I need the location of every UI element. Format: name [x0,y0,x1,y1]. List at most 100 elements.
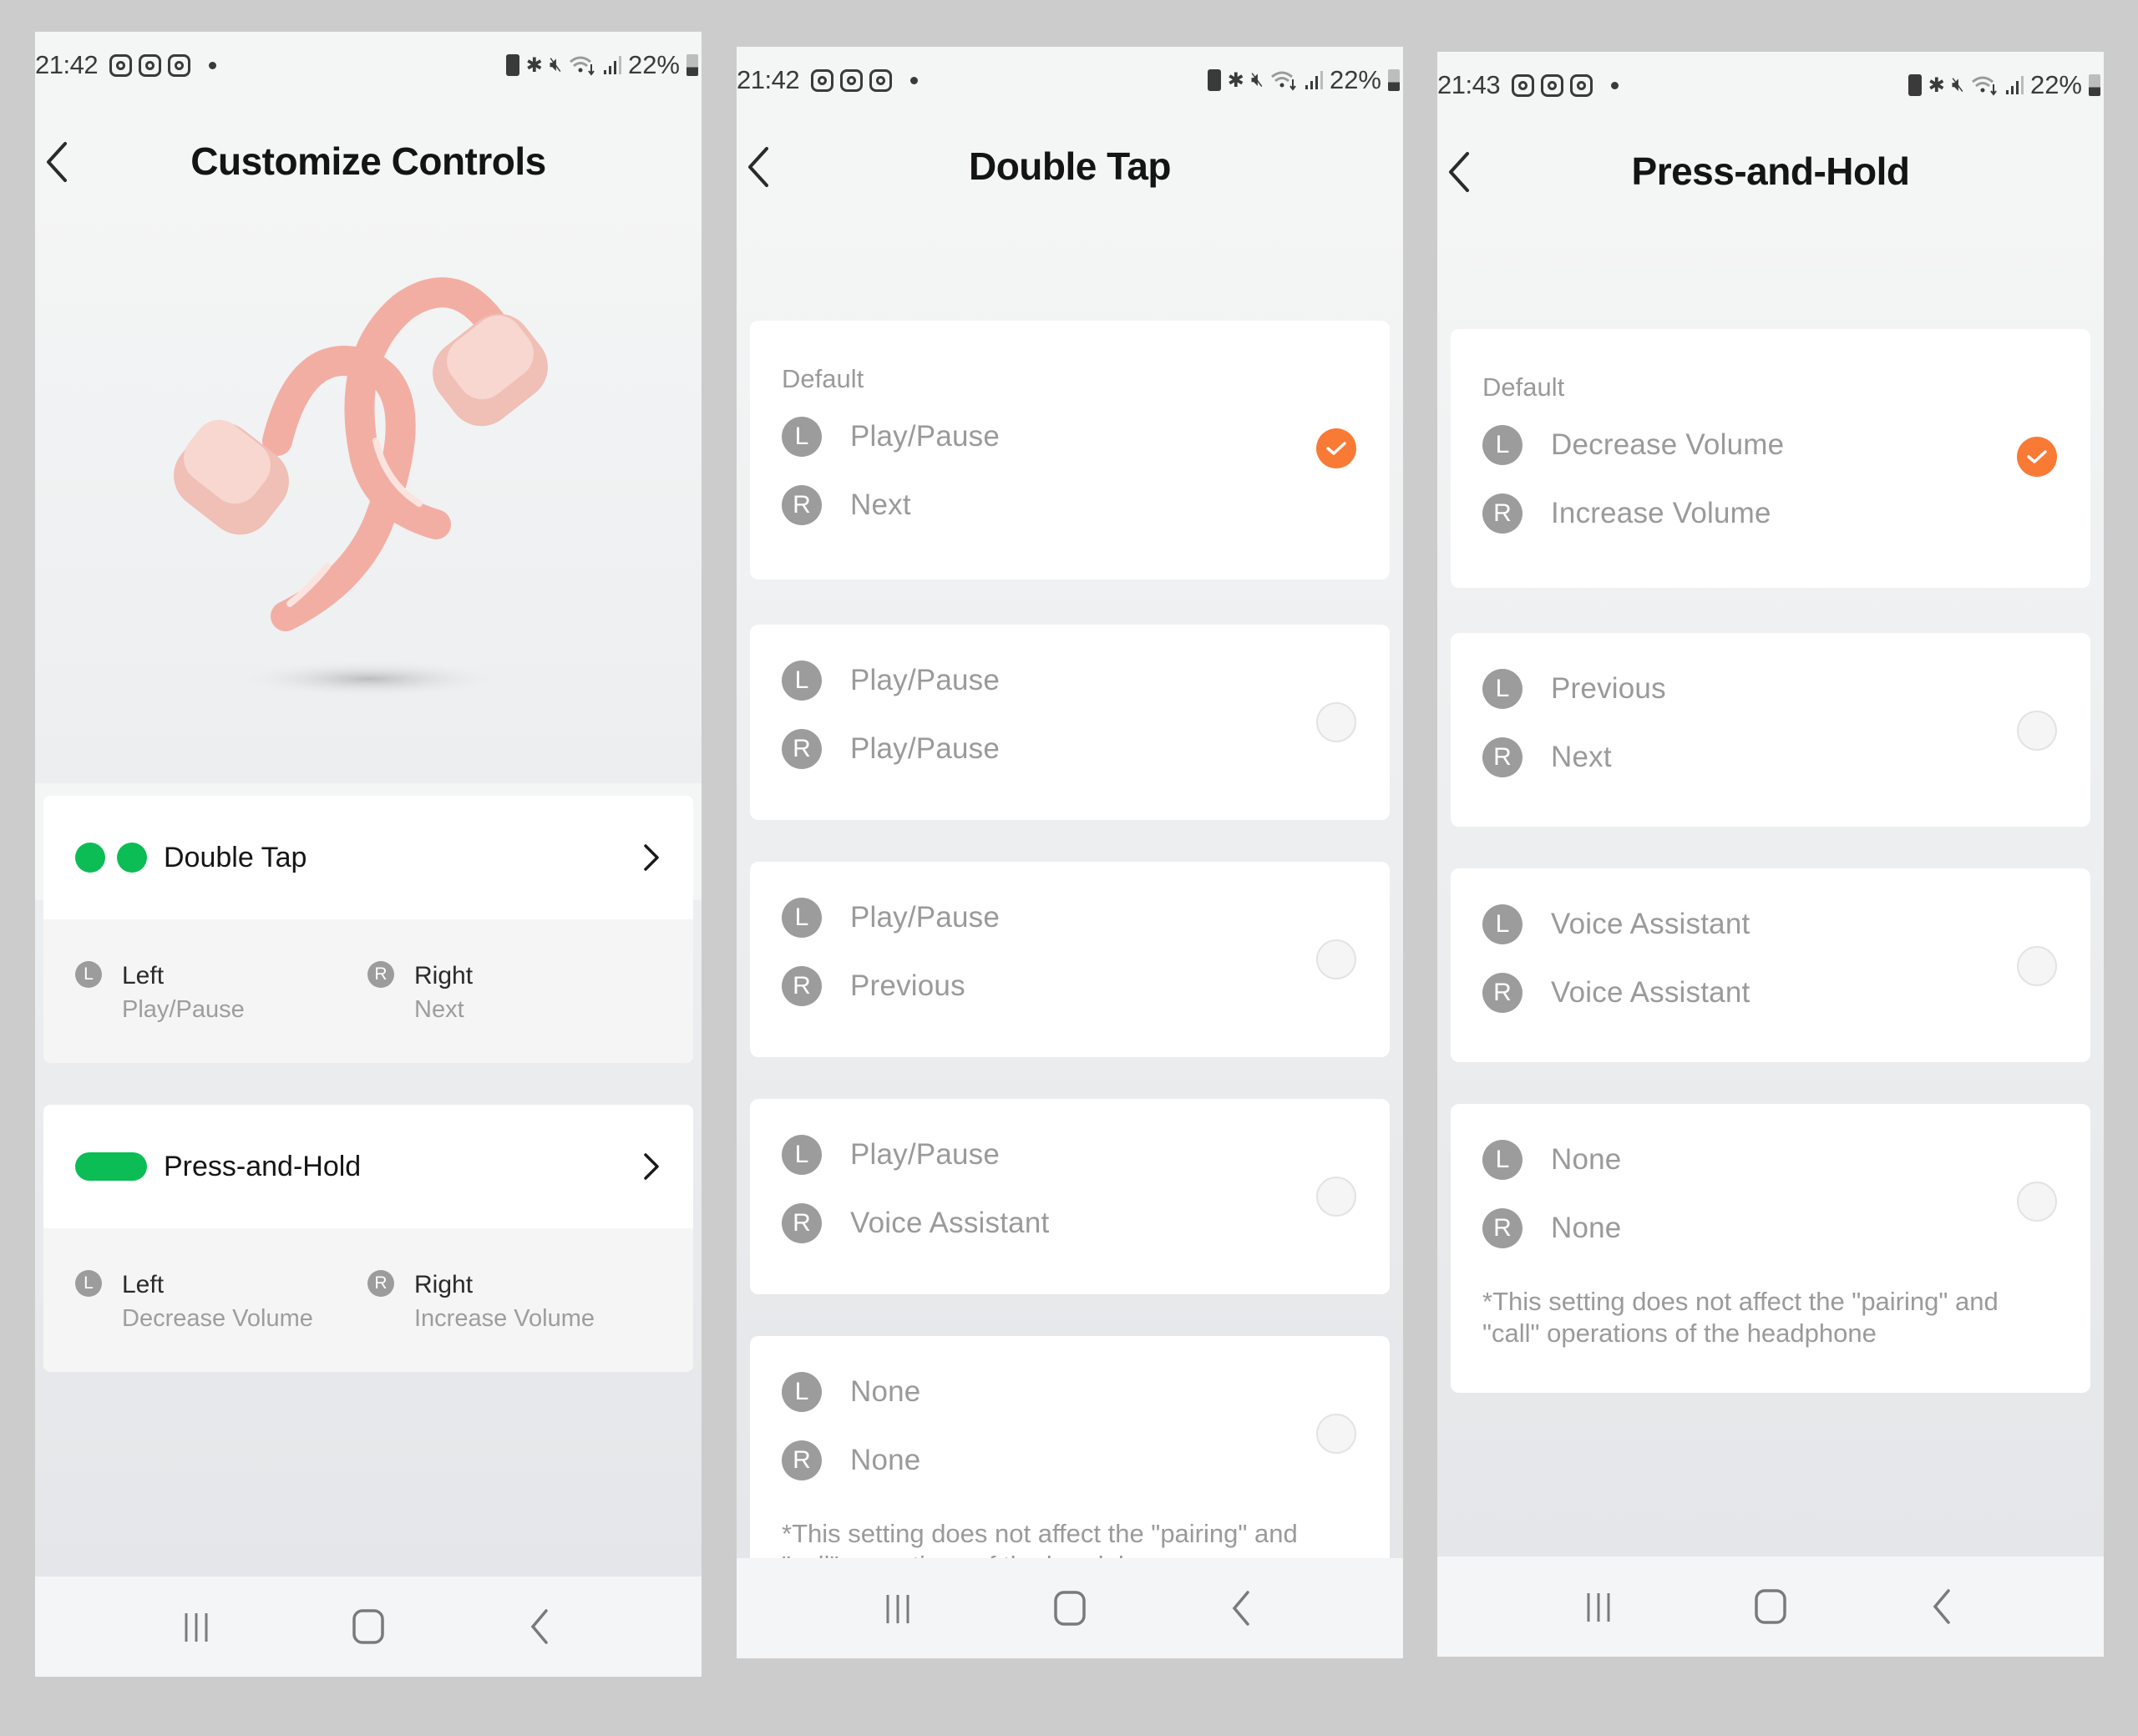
right-badge-icon: R [1482,737,1522,777]
options-list: Default L Decrease Volume R Increase Volum… [1437,219,2104,1657]
left-action: Play/Pause [850,901,1001,934]
instagram-notification-icon [139,53,162,77]
more-notifications-dot-icon [910,76,919,84]
option-radio[interactable] [2017,946,2057,986]
system-back-icon [1933,1589,1950,1624]
left-badge-icon: L [782,1372,822,1412]
system-back-button[interactable] [511,1597,570,1656]
option-radio[interactable] [1316,1177,1356,1217]
option-card-default[interactable]: Default L Play/Pause R Next [750,321,1390,580]
checkmark-icon [1326,442,1346,455]
recent-apps-icon [185,1613,208,1642]
right-action: Increase Volume [414,1305,595,1332]
option-radio[interactable] [1316,939,1356,979]
option-card[interactable]: L Play/Pause R Previous [750,862,1390,1057]
right-badge-icon: R [782,1203,822,1243]
left-badge-icon: L [782,898,822,938]
app-bar: Customize Controls [35,124,702,199]
system-back-icon [1232,1591,1249,1626]
recent-apps-button[interactable] [869,1579,927,1637]
right-badge-icon: R [1482,1208,1522,1248]
option-card[interactable]: L Voice Assistant R Voice Assistant [1451,868,2090,1062]
bluetooth-icon: ✱ [1928,73,1945,97]
chevron-right-icon [644,1153,659,1180]
right-badge-icon: R [367,961,394,988]
double-tap-row[interactable]: Double Tap [43,796,693,919]
option-card[interactable]: L Play/Pause R Play/Pause [750,625,1390,820]
battery-saver-icon [1907,74,1922,96]
left-action: Decrease Volume [1551,428,1785,461]
right-action: Voice Assistant [850,1207,1050,1239]
option-card[interactable]: L Play/Pause R Voice Assistant [750,1099,1390,1294]
right-badge-icon: R [782,729,822,769]
right-assignment: R Right Next [367,959,660,1063]
instagram-notification-icon [869,68,893,92]
right-action: Increase Volume [1551,497,1771,529]
battery-percent: 22% [627,50,680,79]
system-back-button[interactable] [1213,1579,1271,1637]
mute-icon: 🔇︎ [1250,68,1264,91]
system-nav-bar [35,1577,702,1677]
option-radio[interactable] [2017,711,2057,751]
status-time: 21:43 [1437,70,1501,99]
right-label: Right [414,1271,474,1298]
recent-apps-button[interactable] [167,1597,225,1656]
back-arrow-icon[interactable] [1444,150,1477,194]
left-badge-icon: L [1482,669,1522,709]
left-assignment: L Left Decrease Volume [75,1268,367,1372]
page-title: Press-and-Hold [1631,149,1910,193]
instagram-notification-icon [109,53,133,77]
option-radio[interactable] [1316,702,1356,742]
home-button[interactable] [1041,1579,1099,1637]
right-label: Right [414,962,474,989]
option-card-default[interactable]: Default L Decrease Volume R Increase Volum… [1451,329,2090,588]
right-action: Play/Pause [850,732,1001,765]
press-and-hold-summary: L Left Decrease Volume R Right Increase … [43,1228,693,1372]
selected-check-radio[interactable] [2017,437,2057,477]
option-radio[interactable] [1316,1414,1356,1454]
right-badge-icon: R [782,1440,822,1480]
right-badge-icon: R [1482,973,1522,1013]
right-action: Next [1551,741,1612,773]
option-card[interactable]: L None R None *This setting does not affec… [1451,1104,2090,1393]
cell-signal-icon [1305,71,1323,89]
instagram-notification-icon [811,68,834,92]
screen-press-and-hold: 21:43 ✱ 🔇︎ 22% Press-and-Hold Default LD… [1437,52,2104,1657]
instagram-notification-icon [840,68,864,92]
right-badge-icon: R [782,966,822,1006]
left-action: Play/Pause [850,1138,1001,1171]
status-bar: 21:42 ✱ 🔇︎ 22% [737,47,1403,114]
battery-saver-icon [505,54,519,76]
press-and-hold-row[interactable]: Press-and-Hold [43,1105,693,1228]
recent-apps-button[interactable] [1569,1577,1628,1636]
system-nav-bar [1437,1556,2104,1657]
default-label: Default [1482,372,1565,402]
system-back-button[interactable] [1913,1577,1972,1636]
home-icon [1755,1589,1786,1624]
battery-icon [686,54,698,76]
checkmark-icon [2027,450,2047,463]
app-bar: Press-and-Hold [1437,134,2104,209]
selected-check-radio[interactable] [1316,428,1356,468]
app-bar: Double Tap [737,129,1403,204]
home-button[interactable] [339,1597,398,1656]
home-button[interactable] [1741,1577,1800,1636]
battery-percent: 22% [2029,70,2082,99]
left-badge-icon: L [1482,904,1522,944]
right-badge-icon: R [782,485,822,525]
left-label: Left [122,1271,165,1298]
status-bar: 21:42 ✱ 🔇︎ 22% [35,32,702,99]
back-arrow-icon[interactable] [743,145,777,189]
status-time: 21:42 [737,65,800,94]
status-bar: 21:43 ✱ 🔇︎ 22% [1437,52,2104,119]
default-label: Default [782,364,864,393]
left-label: Left [122,962,165,989]
battery-icon [1388,69,1400,91]
instagram-notification-icon [1570,73,1593,97]
left-badge-icon: L [1482,425,1522,465]
more-notifications-dot-icon [209,61,217,69]
option-card[interactable]: L Previous R Next [1451,633,2090,827]
option-radio[interactable] [2017,1182,2057,1222]
left-action: Previous [1551,672,1666,705]
back-arrow-icon[interactable] [42,140,75,184]
